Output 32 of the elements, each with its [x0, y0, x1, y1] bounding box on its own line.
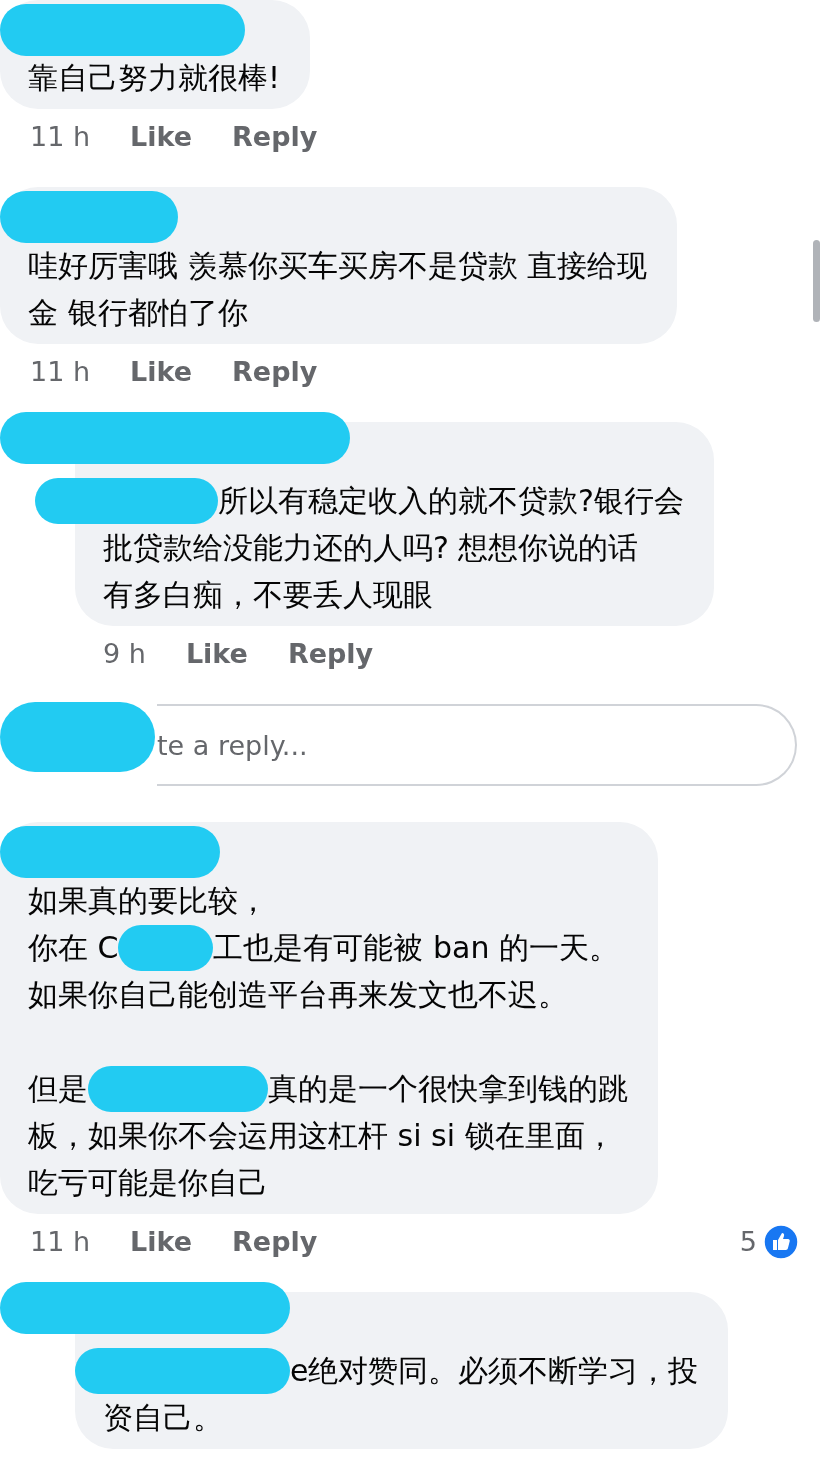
comment-text: 如果真的要比较， [28, 882, 268, 920]
comment-time: 11 h [30, 1224, 91, 1259]
comment-text: 但是 [28, 1070, 88, 1108]
comment-text: 工也是有可能被 ban 的一天。 [213, 929, 619, 967]
action-link[interactable]: Like [185, 633, 248, 675]
comment-text: 哇好厉害哦 羡慕你买车买房不是贷款 直接给现 [28, 247, 648, 285]
comment-time: 11 h [30, 119, 91, 154]
scroll-bar[interactable] [813, 240, 820, 322]
comment-text: 你在 C [28, 929, 119, 967]
comment-text: 所以有稳定收入的就不贷款?银行会 [218, 482, 684, 520]
comment-text: 靠自己努力就很棒! [28, 59, 281, 97]
comment-text: 金 银行都怕了你 [28, 294, 248, 332]
comment-text: 资自己。 [103, 1399, 223, 1437]
reply-field[interactable]: te a reply... [157, 704, 797, 786]
comment-text: 吃亏可能是你自己 [28, 1164, 268, 1202]
action-link[interactable]: Like [130, 116, 193, 158]
action-link[interactable]: Reply [287, 633, 374, 675]
comment-text: 板，如果你不会运用这杠杆 si si 锁在里面， [28, 1117, 615, 1155]
action-link[interactable]: Reply [232, 351, 318, 393]
comment-text: 批贷款给没能力还的人吗? 想想你说的话 [103, 529, 639, 567]
action-link[interactable]: Reply [232, 116, 318, 158]
comment-text: e绝对赞同。必须不断学习，投 [290, 1352, 699, 1390]
comment-time: 11 h [30, 354, 91, 389]
comment-text: 如果你自己能创造平台再来发文也不迟。 [28, 976, 568, 1014]
comment-text: 真的是一个很快拿到钱的跳 [268, 1070, 628, 1108]
action-link[interactable]: Like [130, 1221, 193, 1263]
action-link[interactable]: Like [130, 351, 193, 393]
action-link[interactable]: Reply [232, 1221, 318, 1263]
thumbs-up-icon [763, 1224, 799, 1260]
comment-text: 有多白痴，不要丢人现眼 [103, 576, 433, 614]
reaction-count: 5 [739, 1224, 757, 1259]
comment-time: 9 h [103, 636, 146, 671]
